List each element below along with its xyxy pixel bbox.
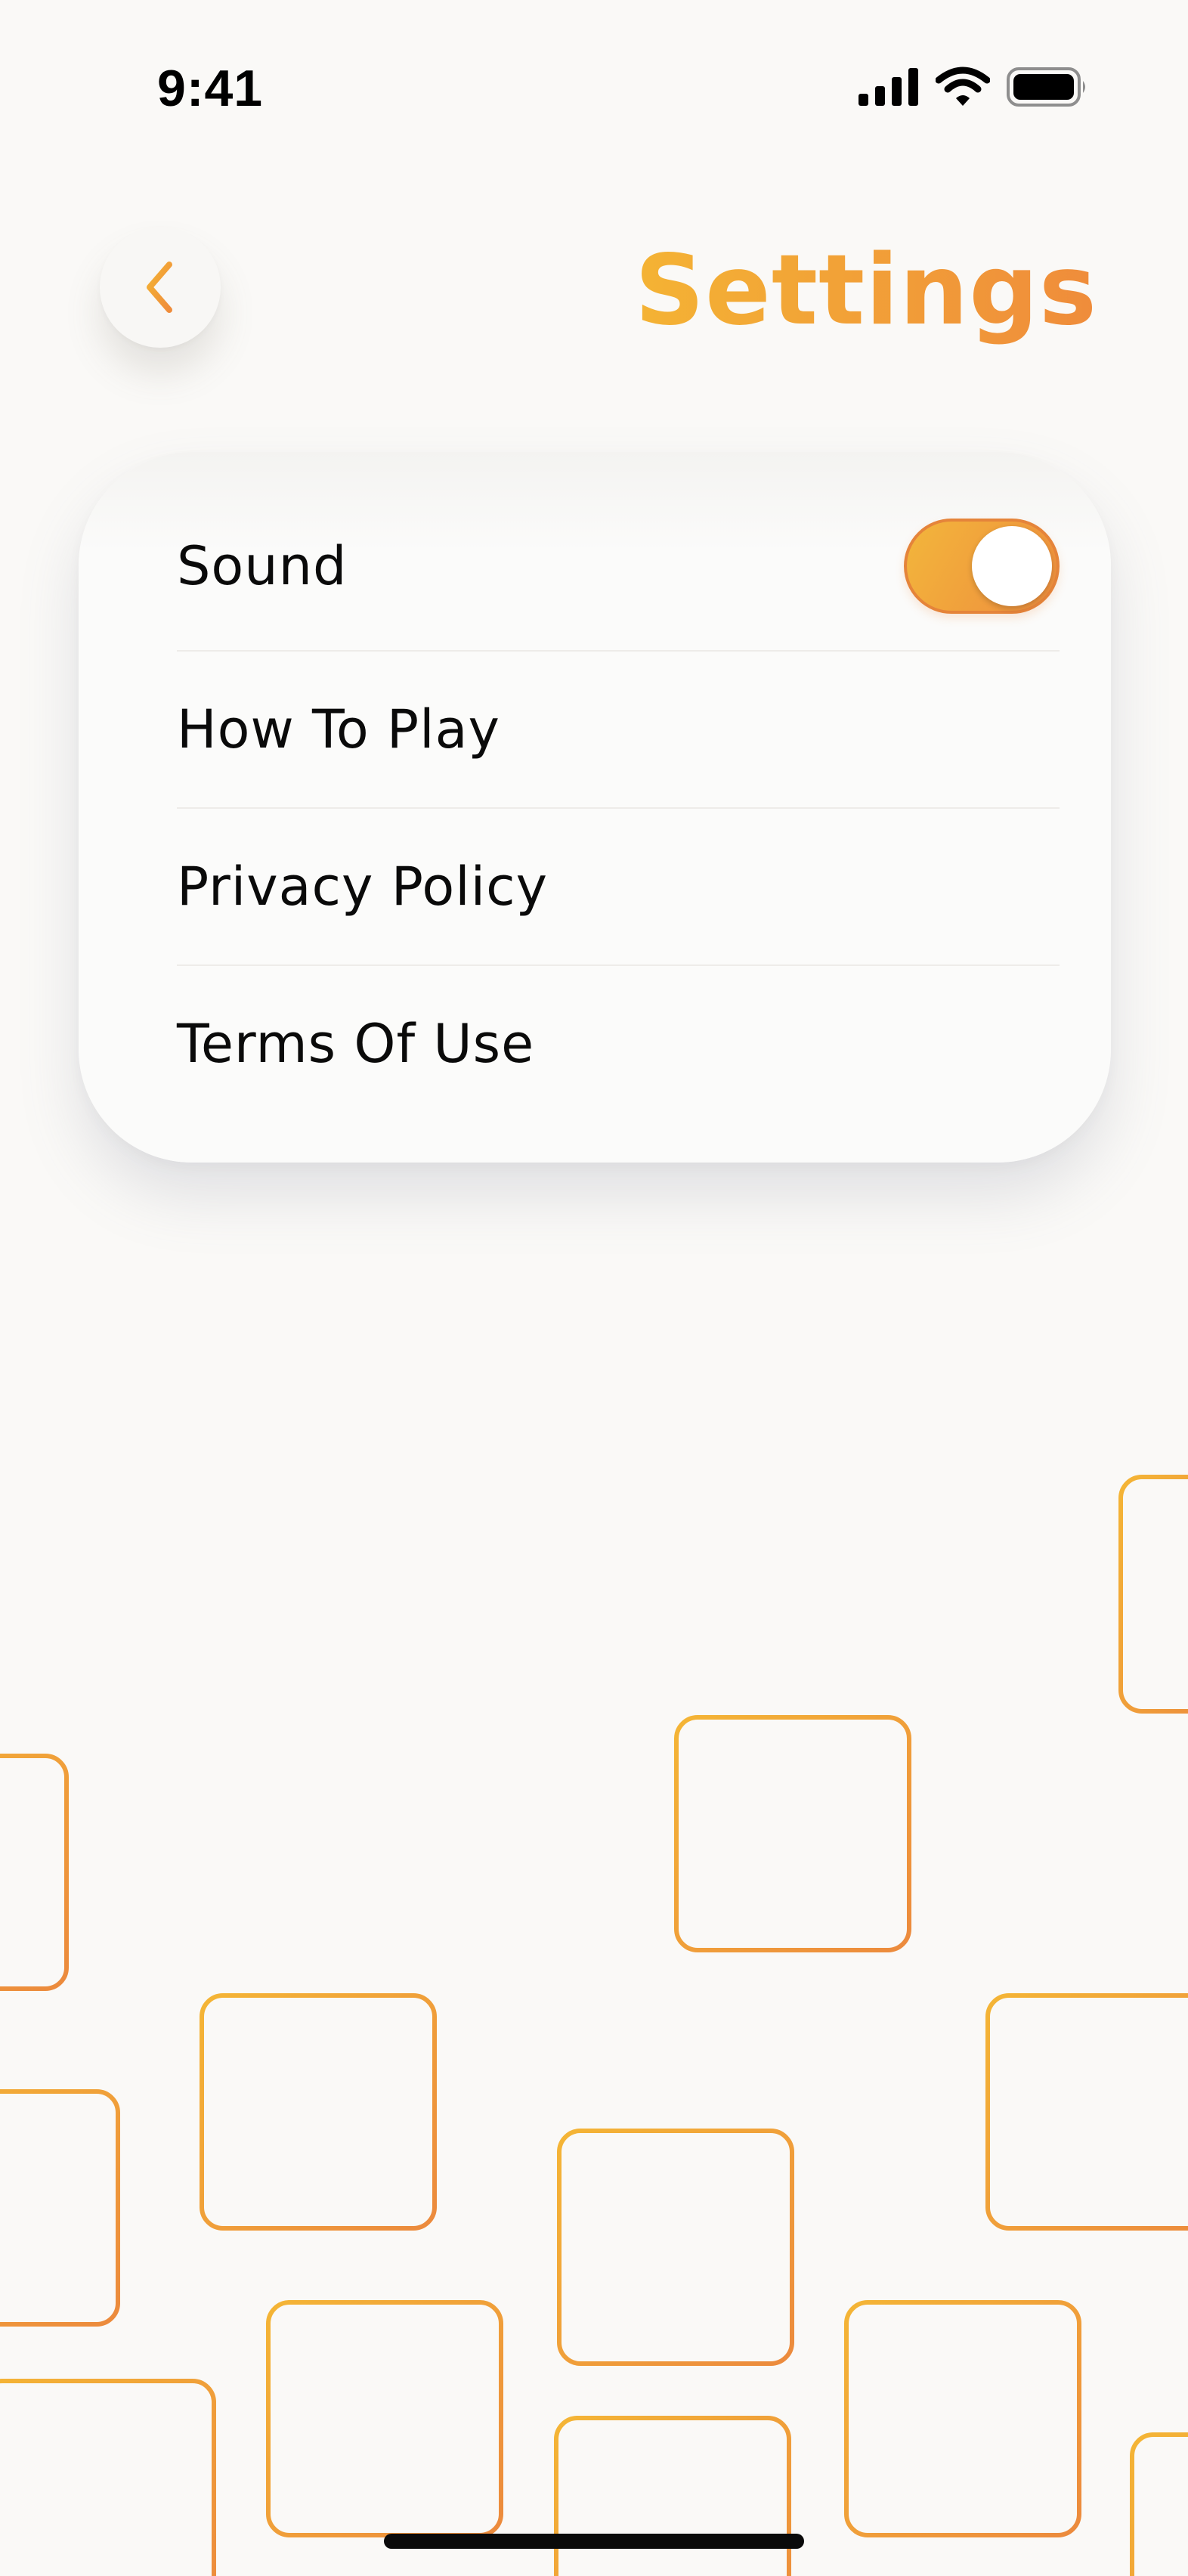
chevron-left-icon	[147, 262, 172, 313]
decor-square	[554, 2416, 791, 2576]
settings-row-terms-of-use[interactable]: Terms Of Use	[177, 966, 1060, 1122]
decor-square	[985, 1993, 1188, 2231]
decor-square	[1118, 1475, 1188, 1714]
decor-square	[1130, 2432, 1188, 2576]
decor-square	[844, 2300, 1081, 2537]
sound-toggle[interactable]	[904, 519, 1060, 614]
terms-of-use-label: Terms Of Use	[177, 1013, 535, 1075]
decor-square	[0, 1754, 69, 1991]
home-indicator	[384, 2534, 804, 2549]
decor-square	[0, 2379, 216, 2576]
sound-label: Sound	[177, 535, 348, 597]
page-title: Settings	[635, 227, 1097, 355]
decor-square	[0, 2089, 120, 2327]
background-pattern	[0, 1475, 1188, 2576]
settings-row-how-to-play[interactable]: How To Play	[177, 652, 1060, 807]
decor-square	[266, 2300, 503, 2537]
decor-square	[557, 2129, 794, 2366]
back-button[interactable]	[100, 227, 221, 348]
how-to-play-label: How To Play	[177, 698, 500, 760]
decor-square	[200, 1993, 437, 2231]
settings-row-privacy-policy[interactable]: Privacy Policy	[177, 809, 1060, 964]
privacy-policy-label: Privacy Policy	[177, 856, 549, 918]
settings-row-sound: Sound	[177, 516, 1060, 617]
decor-square	[674, 1715, 911, 1952]
toggle-knob	[972, 526, 1052, 606]
settings-card: Sound How To Play Privacy Policy Terms O…	[79, 452, 1111, 1163]
